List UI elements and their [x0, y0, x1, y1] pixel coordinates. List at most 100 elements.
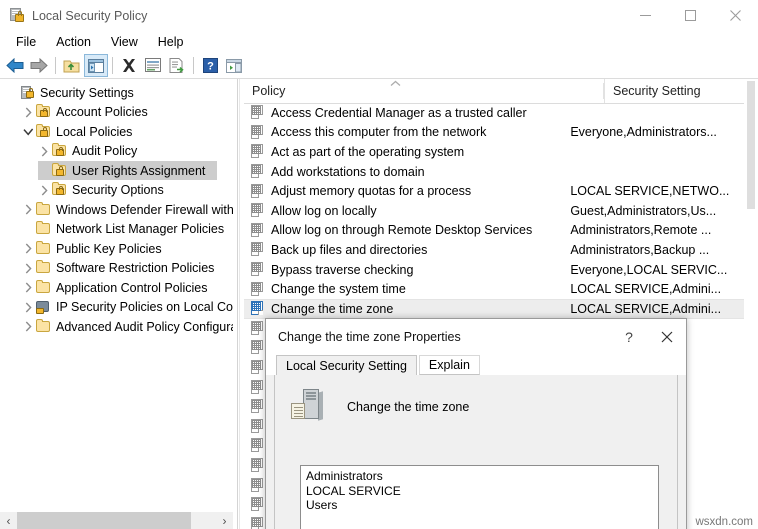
list-vertical-scrollbar[interactable] — [744, 79, 758, 529]
policy-name-cell: Adjust memory quotas for a process — [271, 184, 472, 199]
tab-local-security-setting[interactable]: Local Security Setting — [276, 355, 417, 375]
window-title: Local Security Policy — [32, 8, 148, 23]
folder-lock-icon — [35, 104, 52, 120]
export-list-button[interactable] — [165, 54, 189, 77]
forward-button[interactable] — [27, 54, 51, 77]
show-hide-console-tree-button[interactable] — [84, 54, 108, 77]
table-row[interactable]: Bypass traverse checking Everyone,LOCAL S… — [244, 260, 744, 280]
dialog-title: Change the time zone Properties — [278, 330, 461, 344]
back-button[interactable] — [3, 54, 27, 77]
tree-hscroll-thumb[interactable] — [17, 512, 191, 529]
chevron-right-icon[interactable] — [38, 181, 51, 200]
table-row[interactable]: Access Credential Manager as a trusted c… — [244, 103, 744, 123]
folder-icon — [35, 221, 52, 237]
chevron-right-icon[interactable] — [22, 103, 35, 122]
tree-hscroll-track[interactable] — [17, 512, 216, 529]
help-button[interactable]: ? — [198, 54, 222, 77]
tree-item-local-policies[interactable]: Local Policies — [0, 122, 233, 142]
menu-bar: File Action View Help — [0, 31, 758, 53]
policy-icon — [250, 457, 266, 473]
column-header-policy[interactable]: Policy — [244, 79, 604, 103]
policy-icon — [250, 438, 266, 453]
scroll-left-arrow-icon[interactable]: ‹ — [0, 512, 17, 529]
menu-file[interactable]: File — [6, 32, 46, 52]
window-controls — [623, 0, 758, 31]
tree-item-application-control-policies[interactable]: Application Control Policies — [0, 278, 233, 298]
tree-item-ip-security-policies-on-local-compute[interactable]: IP Security Policies on Local Compute — [0, 298, 233, 318]
list-item[interactable]: Administrators — [306, 469, 658, 484]
chevron-right-icon[interactable] — [22, 239, 35, 258]
menu-view[interactable]: View — [101, 32, 148, 52]
pane-splitter[interactable] — [233, 79, 244, 529]
chevron-placeholder — [22, 220, 35, 239]
list-item[interactable]: Users — [306, 498, 658, 513]
tree-item-account-policies[interactable]: Account Policies — [0, 103, 233, 123]
console-tree: Security Settings Account Policies Local P… — [0, 79, 233, 337]
table-row[interactable]: Back up files and directories Administrat… — [244, 240, 744, 260]
security-setting-cell: Administrators,Backup ... — [570, 242, 710, 257]
delete-button[interactable] — [117, 54, 141, 77]
table-row[interactable]: Change the system time LOCAL SERVICE,Admi… — [244, 279, 744, 299]
dialog-close-button[interactable] — [648, 319, 686, 355]
policy-name-cell: Add workstations to domain — [271, 164, 425, 179]
tree-item-security-settings[interactable]: Security Settings — [0, 83, 233, 103]
tree-item-audit-policy[interactable]: Audit Policy — [0, 142, 233, 162]
properties-button[interactable] — [141, 54, 165, 77]
tree-item-advanced-audit-policy-configuration[interactable]: Advanced Audit Policy Configuration — [0, 317, 233, 337]
dialog-window-controls: ? — [610, 319, 686, 355]
chevron-right-icon[interactable] — [22, 317, 35, 336]
dialog-title-bar: Change the time zone Properties ? — [266, 319, 686, 355]
tree-item-label: Application Control Policies — [56, 280, 208, 295]
tree-horizontal-scrollbar[interactable]: ‹ › — [0, 512, 233, 529]
tree-item-user-rights-assignment[interactable]: User Rights Assignment — [0, 161, 233, 181]
tree-item-security-options[interactable]: Security Options — [0, 181, 233, 201]
policy-icon — [250, 399, 266, 414]
policy-icon — [250, 124, 266, 140]
chevron-right-icon[interactable] — [38, 142, 51, 161]
dialog-help-button[interactable]: ? — [610, 319, 648, 355]
chevron-down-icon[interactable] — [22, 122, 35, 141]
list-item[interactable]: LOCAL SERVICE — [306, 484, 658, 499]
table-row[interactable]: Adjust memory quotas for a process LOCAL … — [244, 181, 744, 201]
table-row[interactable]: Change the time zone LOCAL SERVICE,Admini… — [244, 298, 744, 319]
table-row[interactable]: Add workstations to domain — [244, 162, 744, 182]
tree-item-network-list-manager-policies[interactable]: Network List Manager Policies — [0, 220, 233, 240]
folder-lock-icon — [51, 162, 68, 179]
members-list-box[interactable]: Administrators LOCAL SERVICE Users — [300, 465, 659, 529]
folder-lock-icon — [35, 123, 52, 140]
table-row[interactable]: Allow log on through Remote Desktop Serv… — [244, 221, 744, 241]
tree-item-public-key-policies[interactable]: Public Key Policies — [0, 239, 233, 259]
chevron-right-icon[interactable] — [22, 278, 35, 297]
chevron-placeholder — [38, 161, 51, 180]
policy-icon — [250, 477, 266, 493]
menu-action[interactable]: Action — [46, 32, 101, 52]
tree-item-windows-defender-firewall-with-adva[interactable]: Windows Defender Firewall with Adva — [0, 200, 233, 220]
toolbar: ? — [0, 53, 758, 79]
policy-name-cell: Back up files and directories — [271, 242, 428, 257]
policy-icon — [250, 242, 266, 257]
policy-icon — [250, 340, 266, 355]
column-header-security-setting[interactable]: Security Setting — [604, 79, 758, 103]
maximize-button[interactable] — [668, 0, 713, 31]
show-action-pane-button[interactable] — [222, 54, 246, 77]
tree-item-software-restriction-policies[interactable]: Software Restriction Policies — [0, 259, 233, 279]
chevron-right-icon[interactable] — [22, 259, 35, 278]
list-vscroll-thumb[interactable] — [747, 81, 755, 209]
table-row[interactable]: Act as part of the operating system — [244, 142, 744, 162]
policy-name-cell: Allow log on locally — [271, 203, 377, 218]
table-row[interactable]: Allow log on locally Guest,Administrators… — [244, 201, 744, 221]
policy-icon — [250, 301, 266, 316]
close-button[interactable] — [713, 0, 758, 31]
policy-icon — [250, 320, 266, 336]
up-one-level-button[interactable] — [60, 54, 84, 77]
scroll-right-arrow-icon[interactable]: › — [216, 512, 233, 529]
minimize-button[interactable] — [623, 0, 668, 31]
chevron-placeholder — [6, 83, 19, 102]
table-row[interactable]: Access this computer from the network Eve… — [244, 123, 744, 143]
chevron-right-icon[interactable] — [22, 200, 35, 219]
tab-explain[interactable]: Explain — [418, 355, 480, 375]
menu-help[interactable]: Help — [148, 32, 194, 52]
tree-item-label: Software Restriction Policies — [56, 261, 215, 276]
policy-name-cell: Change the system time — [271, 282, 406, 297]
chevron-right-icon[interactable] — [22, 298, 35, 317]
